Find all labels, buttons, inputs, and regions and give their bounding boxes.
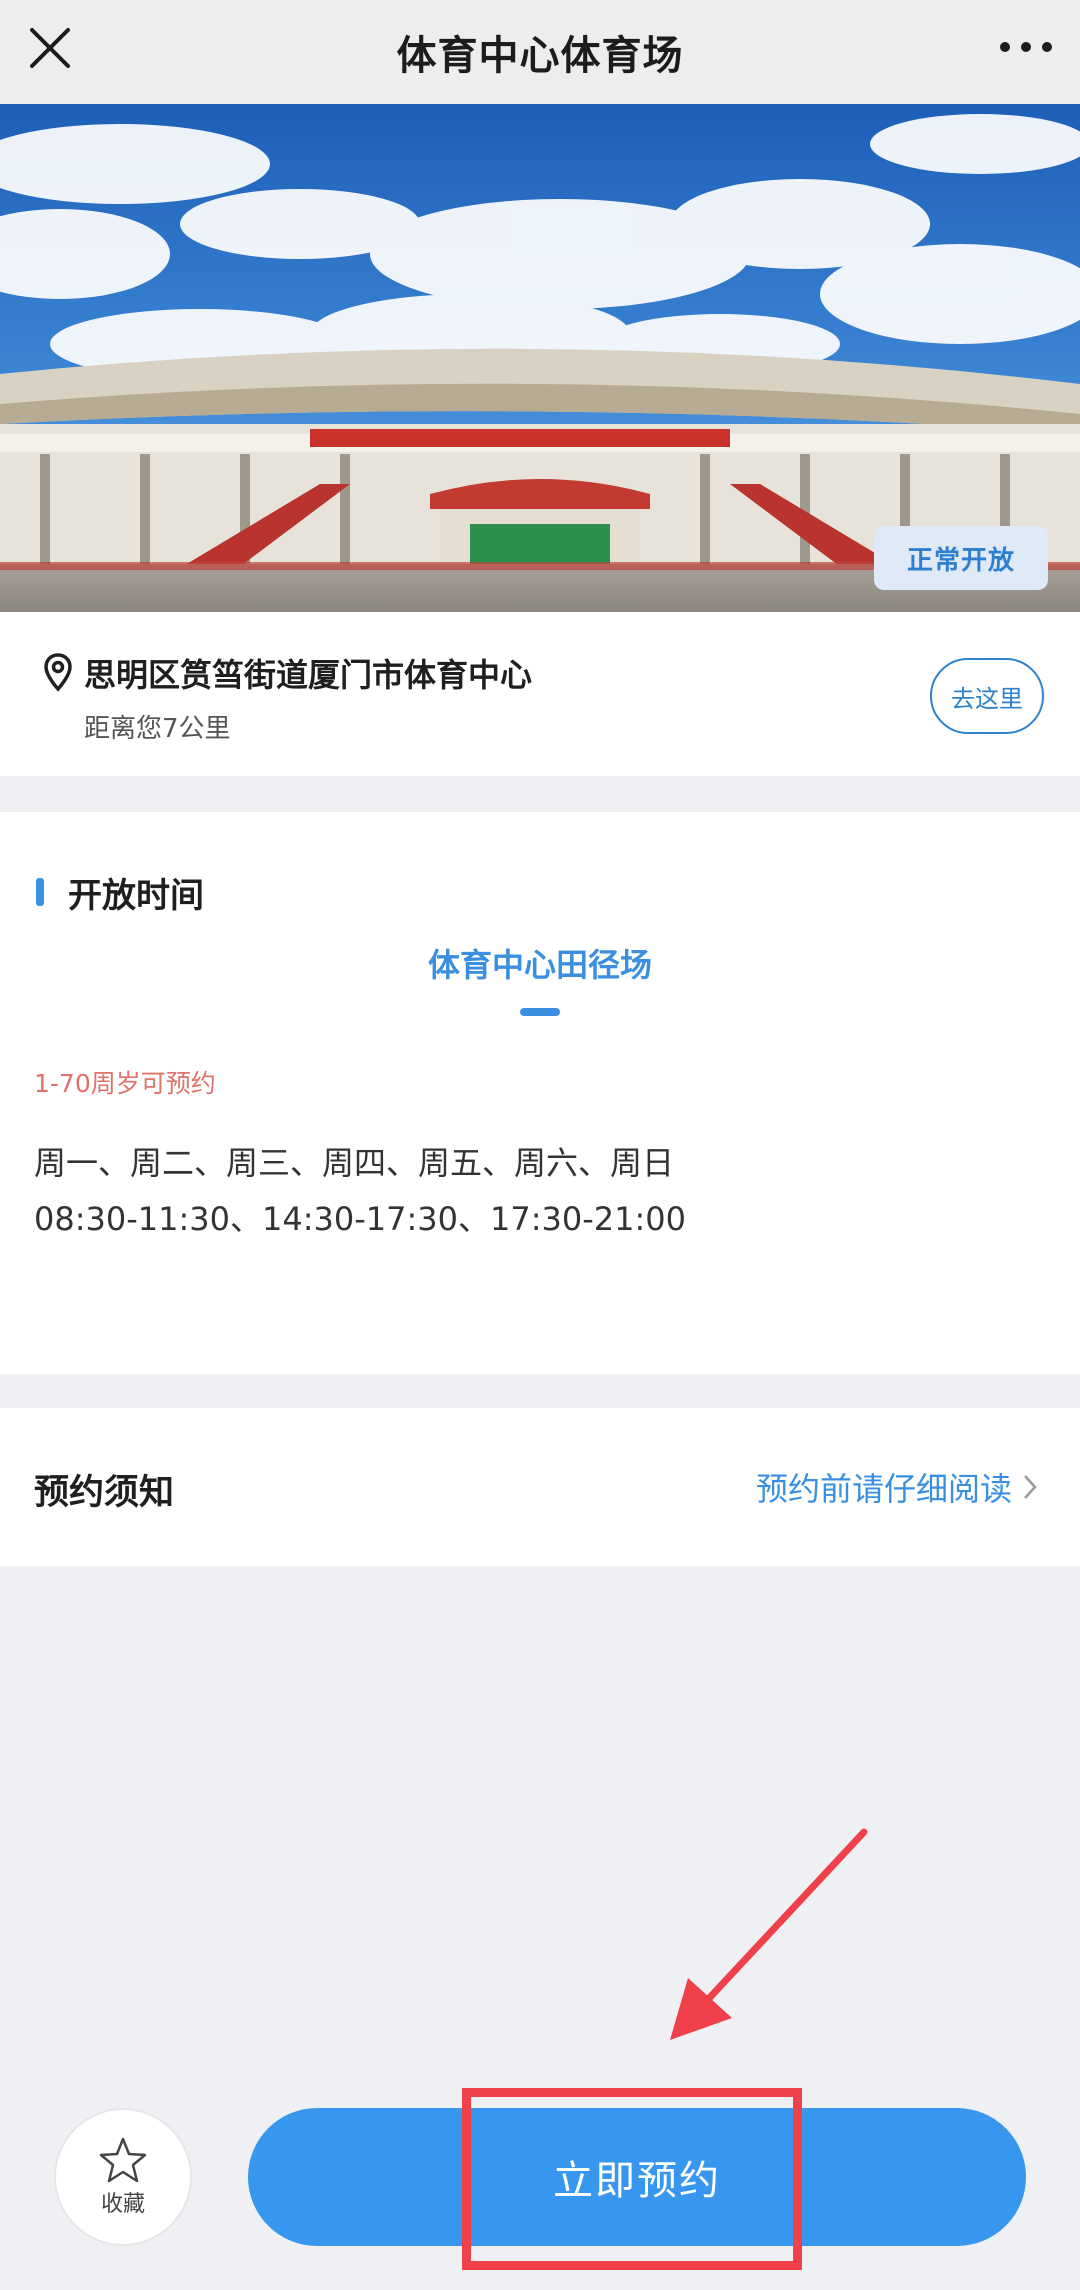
age-rule: 1-70周岁可预约 [34, 1069, 216, 1098]
open-times: 08:30-11:30、14:30-17:30、17:30-21:00 [34, 1200, 686, 1238]
navigate-button[interactable]: 去这里 [930, 658, 1044, 734]
tab-venue-label: 体育中心田径场 [427, 946, 652, 984]
section-title: 开放时间 [68, 876, 204, 916]
chevron-right-icon [1024, 1475, 1037, 1499]
open-days: 周一、周二、周三、周四、周五、周六、周日 [34, 1144, 675, 1182]
notice-link-text: 预约前请仔细阅读 [755, 1470, 1012, 1508]
address-text: 思明区筼筜街道厦门市体育中心 [84, 656, 533, 694]
stadium-photo: 正常开放 [0, 104, 1080, 612]
address-card: 思明区筼筜街道厦门市体育中心 距离您7公里 去这里 [0, 612, 1080, 776]
highlight-box [462, 2088, 802, 2270]
favorite-label: 收藏 [100, 2192, 145, 2217]
opening-hours-section: 开放时间 体育中心田径场 1-70周岁可预约 周一、周二、周三、周四、周五、周六… [0, 812, 1080, 1374]
page-title: 体育中心体育场 [396, 33, 684, 79]
notice-label: 预约须知 [34, 1473, 175, 1513]
booking-notice-row[interactable]: 预约须知 预约前请仔细阅读 [0, 1408, 1080, 1566]
more-icon[interactable] [1000, 30, 1052, 64]
tab-indicator [520, 1008, 560, 1016]
close-icon[interactable] [28, 26, 72, 70]
status-badge: 正常开放 [874, 526, 1048, 590]
tab-venue[interactable]: 体育中心田径场 [0, 940, 1080, 986]
distance-text: 距离您7公里 [84, 714, 231, 744]
nav-header: 体育中心体育场 [0, 0, 1080, 104]
annotation-arrow-icon [670, 1828, 868, 2040]
section-marker [36, 878, 44, 906]
star-icon [99, 2137, 147, 2183]
notice-link[interactable]: 预约前请仔细阅读 [756, 1464, 1038, 1510]
location-pin-icon [44, 653, 72, 692]
favorite-button[interactable]: 收藏 [54, 2108, 192, 2246]
